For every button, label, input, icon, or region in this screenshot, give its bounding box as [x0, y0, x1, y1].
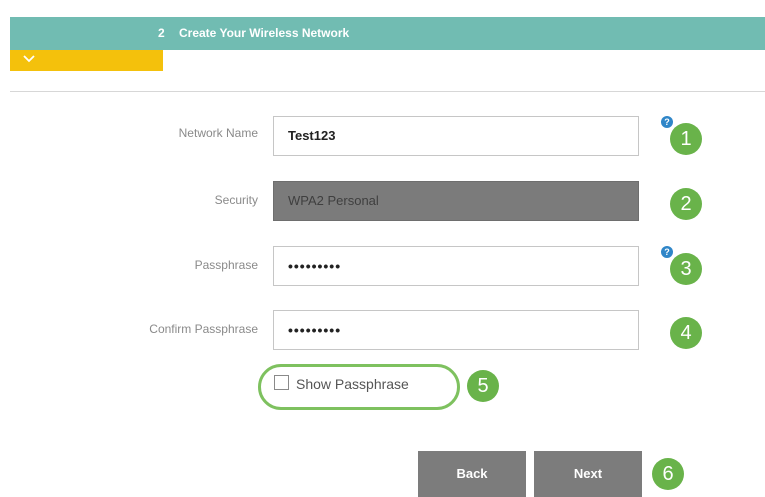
step-number: 2	[158, 26, 165, 40]
marker-5: 5	[467, 370, 499, 402]
collapse-toggle[interactable]	[10, 50, 163, 71]
chevron-down-icon	[23, 55, 35, 63]
security-label: Security	[214, 193, 258, 207]
passphrase-label: Passphrase	[194, 258, 258, 272]
show-passphrase-checkbox[interactable]	[274, 375, 289, 390]
marker-2: 2	[670, 188, 702, 220]
wizard-step-header: 2 Create Your Wireless Network	[10, 17, 765, 50]
confirm-passphrase-label: Confirm Passphrase	[149, 322, 258, 336]
network-name-input[interactable]: Test123	[273, 116, 639, 156]
back-button[interactable]: Back	[418, 451, 526, 497]
network-name-help-icon[interactable]: ?	[661, 116, 673, 128]
step-title: Create Your Wireless Network	[179, 26, 350, 40]
confirm-passphrase-input[interactable]: •••••••••	[273, 310, 639, 350]
passphrase-input[interactable]: •••••••••	[273, 246, 639, 286]
show-passphrase-label[interactable]: Show Passphrase	[296, 376, 409, 392]
marker-3: 3	[670, 253, 702, 285]
security-select[interactable]: WPA2 Personal	[273, 181, 639, 221]
next-button[interactable]: Next	[534, 451, 642, 497]
marker-6: 6	[652, 458, 684, 490]
header-divider	[10, 91, 765, 92]
marker-4: 4	[670, 317, 702, 349]
network-name-label: Network Name	[178, 126, 258, 140]
passphrase-help-icon[interactable]: ?	[661, 246, 673, 258]
marker-1: 1	[670, 123, 702, 155]
